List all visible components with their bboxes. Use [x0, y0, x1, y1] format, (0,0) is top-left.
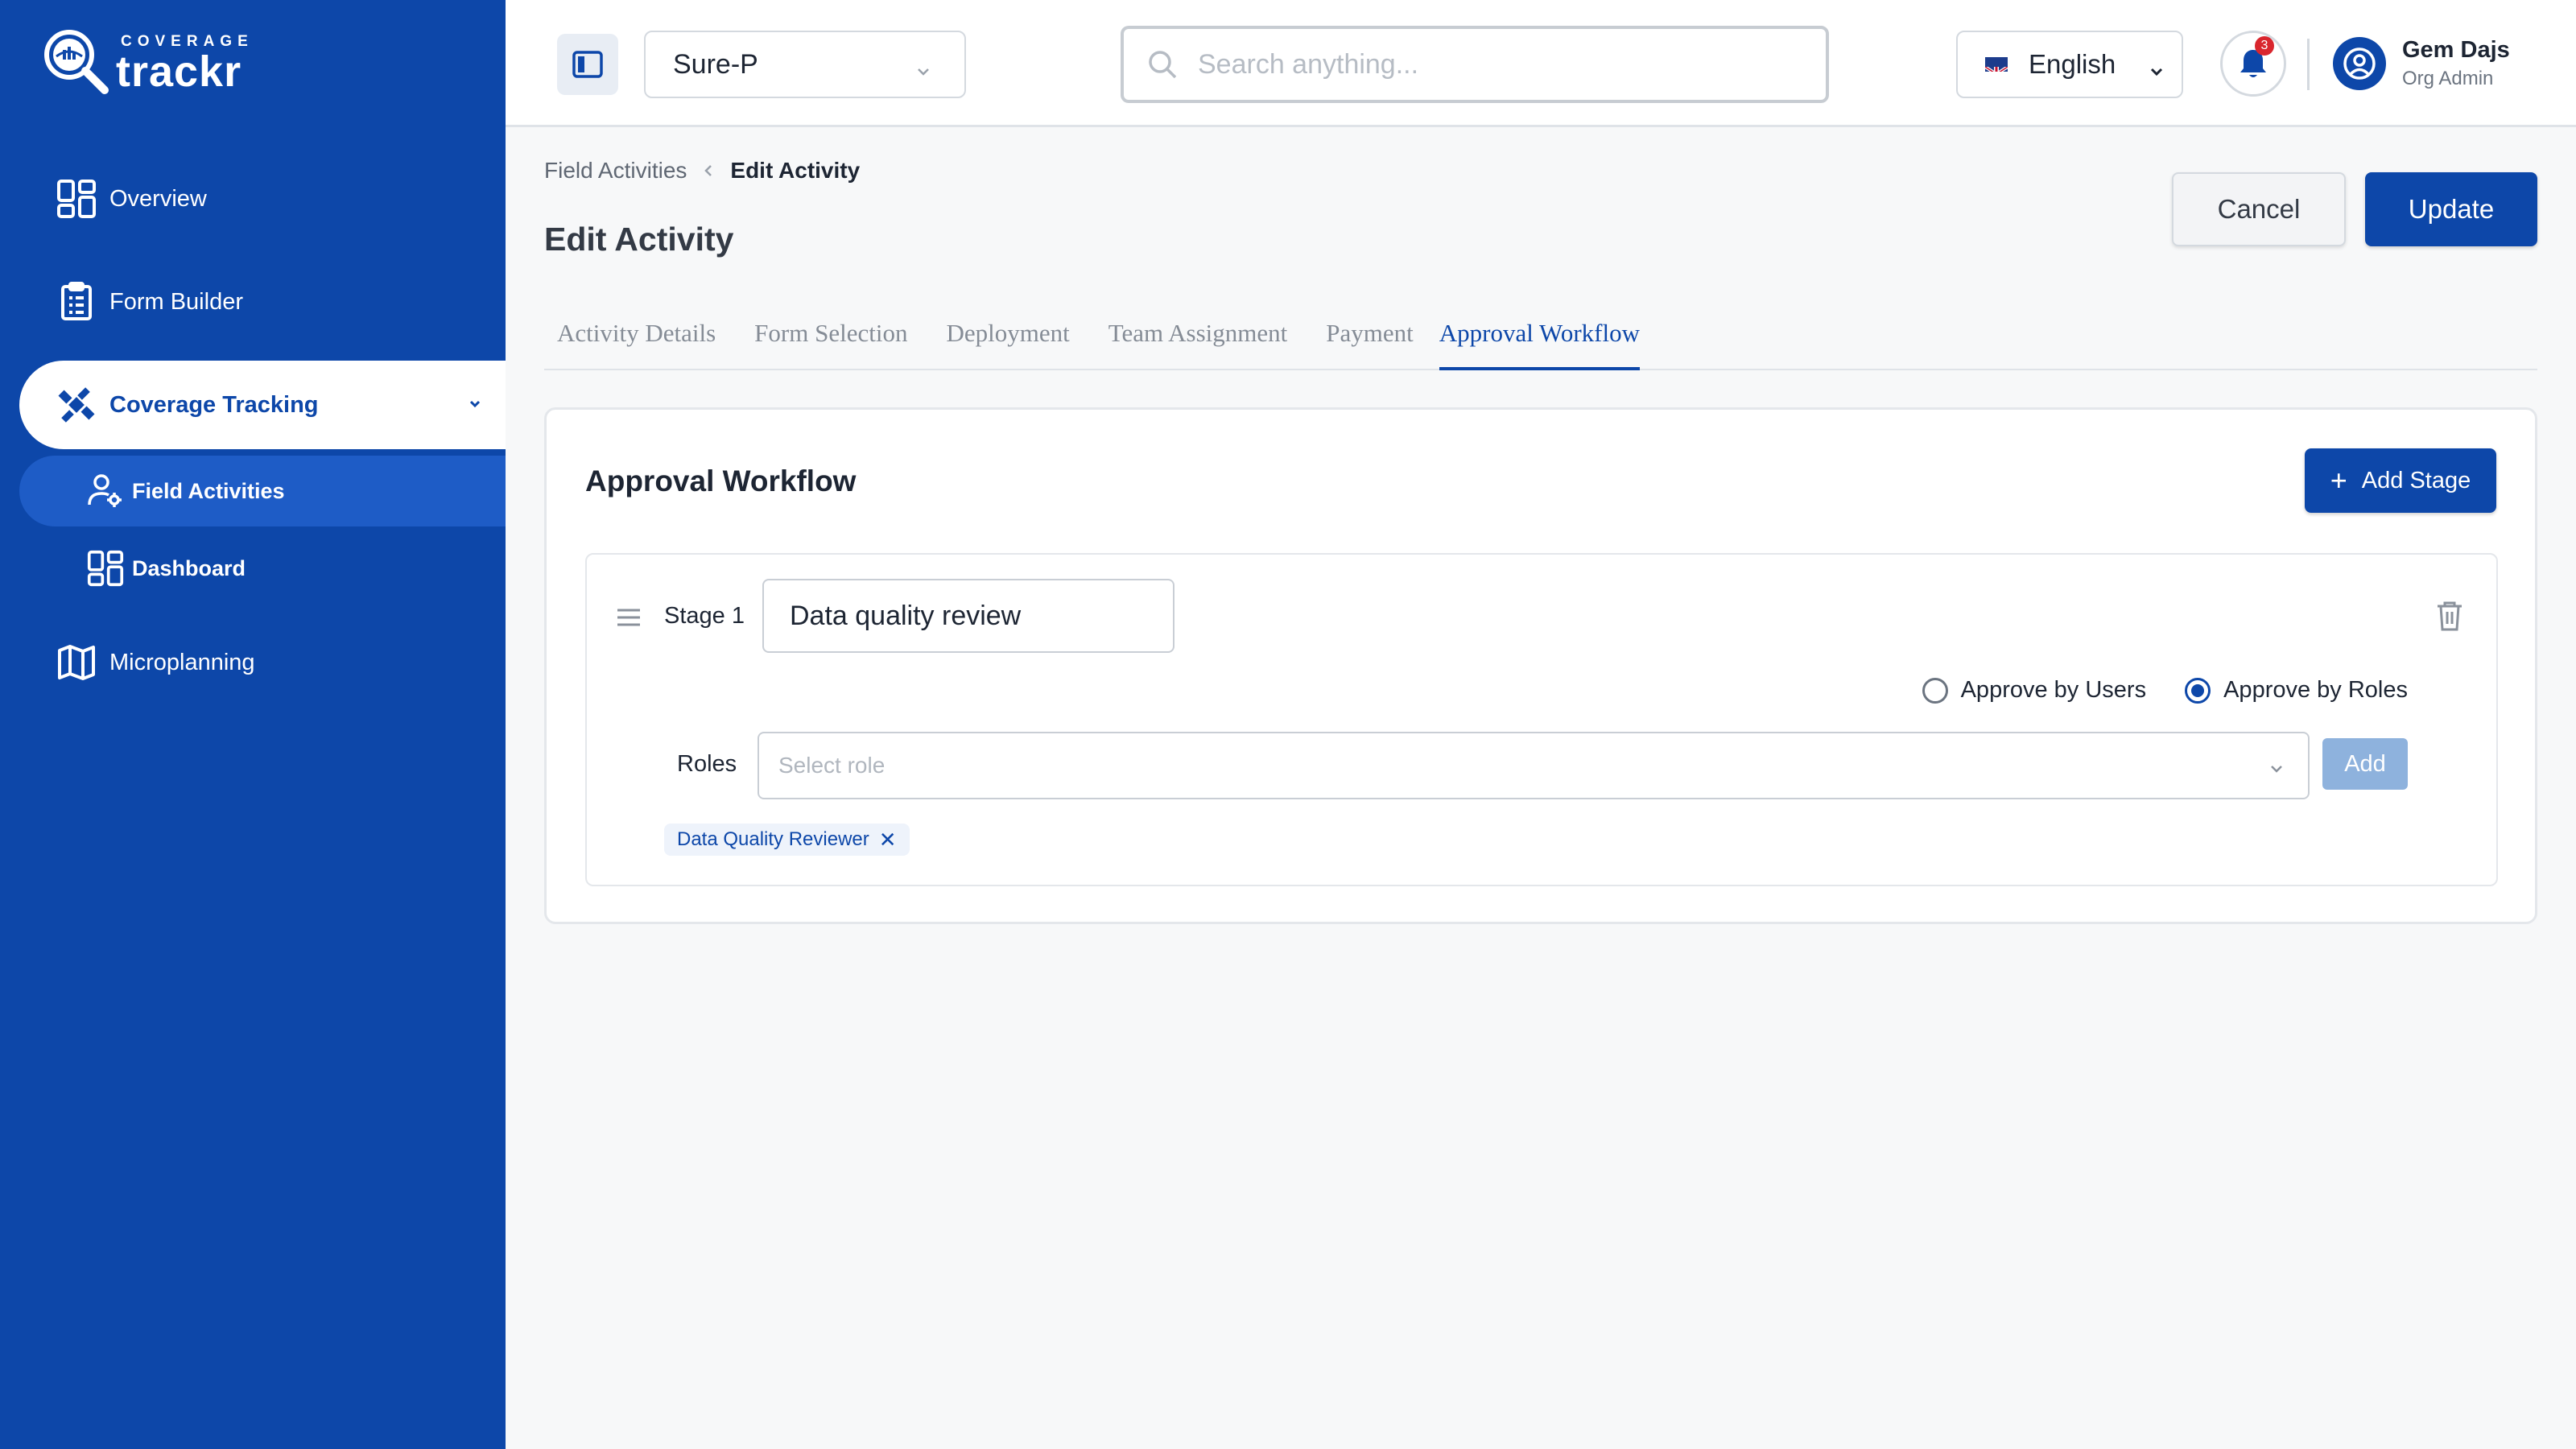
approve-by-roles-label: Approve by Roles [2223, 677, 2408, 703]
map-icon [56, 642, 97, 683]
approve-by-users-option[interactable]: Approve by Users [1922, 677, 2147, 704]
grid-icon [56, 179, 97, 219]
approve-by-roles-option[interactable]: Approve by Roles [2185, 677, 2408, 704]
chevron-left-icon [703, 158, 714, 184]
tab-payment[interactable]: Payment [1313, 316, 1414, 370]
sidebar-item-form-builder[interactable]: Form Builder [19, 258, 506, 346]
add-role-button[interactable]: Add [2322, 738, 2408, 790]
approve-by-roles-radio[interactable] [2185, 677, 2211, 704]
sidebar-toggle-button[interactable] [557, 34, 618, 95]
approve-by-users-label: Approve by Users [1960, 677, 2147, 703]
tab-approval-workflow[interactable]: Approval Workflow [1439, 316, 1640, 370]
search-box[interactable] [1121, 26, 1829, 103]
language-select[interactable]: English [1956, 31, 2183, 98]
user-settings-icon [87, 473, 124, 510]
stage-label: Stage 1 [664, 603, 745, 629]
chevron-down-icon [2148, 56, 2165, 87]
stage-card: Stage 1 Approve by Users Approve by Role… [585, 553, 2498, 886]
tab-form-selection[interactable]: Form Selection [741, 316, 907, 370]
tab-deployment[interactable]: Deployment [933, 316, 1069, 370]
chevron-down-icon [2268, 758, 2285, 783]
brand-logo[interactable]: COVERAGE trackr [40, 26, 254, 100]
approve-by-users-radio[interactable] [1922, 677, 1948, 704]
workflow-title: Approval Workflow [585, 464, 857, 497]
sidebar-item-coverage-tracking[interactable]: Coverage Tracking [19, 361, 506, 449]
sidebar-item-label: Overview [109, 185, 207, 212]
language-select-value: English [2029, 49, 2116, 79]
search-icon [1149, 51, 1177, 79]
approval-mode-group: Approve by Users Approve by Roles [1884, 677, 2408, 704]
search-input[interactable] [1198, 48, 1810, 80]
grid-icon [87, 550, 124, 587]
update-button[interactable]: Update [2365, 172, 2537, 246]
cancel-button[interactable]: Cancel [2172, 172, 2346, 246]
sidebar-item-label: Microplanning [109, 649, 255, 675]
user-name: Gem Dajs [2402, 37, 2510, 63]
role-chip-label: Data Quality Reviewer [677, 828, 869, 850]
add-stage-label: Add Stage [2361, 467, 2471, 493]
chevron-down-icon [467, 391, 483, 418]
chevron-down-icon [914, 56, 932, 88]
breadcrumb-field-activities[interactable]: Field Activities [544, 158, 687, 184]
sidebar-item-field-activities[interactable]: Field Activities [19, 456, 506, 526]
tab-team-assignment[interactable]: Team Assignment [1096, 316, 1288, 370]
brand-name: trackr [116, 47, 242, 96]
sidebar-item-overview[interactable]: Overview [19, 155, 506, 243]
trash-icon[interactable] [2435, 600, 2464, 636]
breadcrumb-current: Edit Activity [730, 158, 861, 183]
sidebar-item-label: Dashboard [132, 555, 246, 580]
satellite-icon [56, 385, 97, 425]
user-role: Org Admin [2402, 68, 2494, 89]
stage-name-input[interactable] [762, 579, 1174, 653]
close-icon[interactable]: ✕ [879, 828, 897, 852]
user-circle-icon [2343, 47, 2376, 80]
roles-label: Roles [677, 751, 737, 777]
sidebar-item-label: Coverage Tracking [109, 391, 319, 418]
page-title: Edit Activity [544, 221, 734, 258]
roles-select-placeholder: Select role [778, 753, 886, 778]
header-divider [2307, 39, 2310, 90]
sidebar-item-dashboard[interactable]: Dashboard [19, 533, 506, 604]
role-chip: Data Quality Reviewer ✕ [664, 824, 910, 856]
sidebar-item-label: Form Builder [109, 288, 243, 315]
breadcrumb: Field Activities Edit Activity [544, 158, 860, 184]
roles-select[interactable]: Select role [758, 732, 2310, 799]
uk-flag-icon [1985, 57, 2008, 72]
project-select[interactable]: Sure-P [644, 31, 966, 98]
project-select-value: Sure-P [673, 48, 758, 80]
user-avatar[interactable] [2333, 37, 2386, 90]
clipboard-icon [56, 282, 97, 322]
drag-handle-icon[interactable] [616, 608, 642, 631]
plus-icon: + [2330, 464, 2347, 497]
approval-workflow-card: Approval Workflow + Add Stage Stage 1 Ap… [544, 407, 2537, 924]
tab-activity-details[interactable]: Activity Details [544, 316, 716, 370]
notification-count-badge: 3 [2255, 36, 2274, 56]
top-header: Sure-P English 3 [506, 0, 2576, 127]
sidebar-item-label: Field Activities [132, 478, 285, 503]
sidebar-item-microplanning[interactable]: Microplanning [19, 618, 506, 707]
add-stage-button[interactable]: + Add Stage [2305, 448, 2496, 513]
notifications-button[interactable]: 3 [2220, 31, 2286, 97]
activity-tabs: Activity Details Form Selection Deployme… [544, 316, 2537, 370]
magnifier-globe-icon [40, 26, 114, 100]
sidebar: COVERAGE trackr Overview Form Builder Co… [0, 0, 506, 1449]
sidebar-panel-icon [572, 51, 603, 78]
